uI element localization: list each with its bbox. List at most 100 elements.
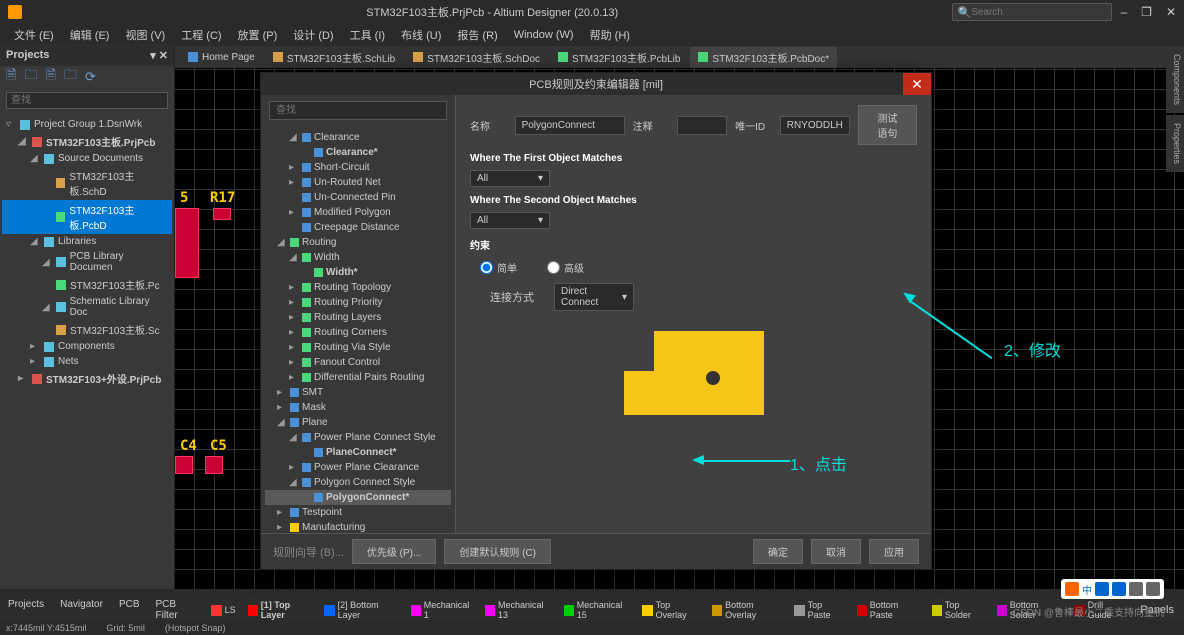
bottom-tab[interactable]: PCB Filter xyxy=(148,596,197,624)
cancel-button[interactable]: 取消 xyxy=(811,539,861,564)
layer-tab[interactable]: [1] Top Layer xyxy=(244,600,317,620)
menu-item[interactable]: 布线 (U) xyxy=(395,25,447,45)
layer-tab[interactable]: [2] Bottom Layer xyxy=(320,600,402,620)
menu-item[interactable]: Window (W) xyxy=(508,27,580,43)
layer-tab[interactable]: LS xyxy=(207,605,240,616)
test-query-button[interactable]: 测试语句 xyxy=(858,105,917,145)
tree-item[interactable]: ◢Schematic Library Doc xyxy=(2,294,172,320)
rule-tree-item[interactable]: ▸Differential Pairs Routing xyxy=(265,370,451,385)
tree-item[interactable]: STM32F103主板.SchD xyxy=(2,166,172,200)
ok-button[interactable]: 确定 xyxy=(753,539,803,564)
layer-tab[interactable]: Top Paste xyxy=(790,600,848,620)
layer-tab[interactable]: Mechanical 15 xyxy=(560,600,635,620)
layer-tab[interactable]: Mechanical 13 xyxy=(481,600,556,620)
rule-tree-item[interactable]: Clearance* xyxy=(265,145,451,160)
menu-item[interactable]: 工程 (C) xyxy=(175,25,227,45)
apply-button[interactable]: 应用 xyxy=(869,539,919,564)
rule-tree-item[interactable]: ◢Polygon Connect Style xyxy=(265,475,451,490)
toolbar-icon[interactable]: 🗎 xyxy=(6,66,16,88)
rule-tree-item[interactable]: ◢Routing xyxy=(265,235,451,250)
bottom-tab[interactable]: PCB xyxy=(111,596,148,624)
toolbar-icon[interactable]: 🗎 xyxy=(45,66,55,88)
menu-item[interactable]: 放置 (P) xyxy=(232,25,284,45)
rule-tree-item[interactable]: ▸Routing Priority xyxy=(265,295,451,310)
bottom-tab[interactable]: Projects xyxy=(0,596,52,624)
rule-tree-item[interactable]: ▸Testpoint xyxy=(265,505,451,520)
rule-tree-item[interactable]: ▸Manufacturing xyxy=(265,520,451,533)
rule-tree-item[interactable]: ▸Short-Circuit xyxy=(265,160,451,175)
rule-tree-item[interactable]: PlaneConnect* xyxy=(265,445,451,460)
minimize-button[interactable]: – xyxy=(1120,5,1127,19)
bottom-tab[interactable]: Navigator xyxy=(52,596,111,624)
rule-comment-input[interactable] xyxy=(677,116,727,135)
rule-tree-item[interactable]: ◢Plane xyxy=(265,415,451,430)
rule-tree-item[interactable]: ◢Power Plane Connect Style xyxy=(265,430,451,445)
simple-radio[interactable]: 简单 xyxy=(480,260,517,275)
rule-tree-item[interactable]: ▸Routing Via Style xyxy=(265,340,451,355)
tree-item[interactable]: STM32F103主板.PcbD xyxy=(2,200,172,234)
rule-tree-item[interactable]: ▸Routing Layers xyxy=(265,310,451,325)
tree-item[interactable]: ▸Nets xyxy=(2,354,172,369)
rule-uid-input[interactable] xyxy=(780,116,850,135)
rules-search-input[interactable] xyxy=(269,101,447,120)
document-tab[interactable]: STM32F103主板.SchLib xyxy=(265,47,403,68)
menu-item[interactable]: 文件 (E) xyxy=(8,25,60,45)
rule-tree-item[interactable]: Creepage Distance xyxy=(265,220,451,235)
toolbar-icon[interactable]: ⟳ xyxy=(85,69,96,85)
global-search-input[interactable] xyxy=(971,7,1107,18)
rule-tree-item[interactable]: ◢Width xyxy=(265,250,451,265)
side-tab-properties[interactable]: Properties xyxy=(1166,115,1184,172)
menu-item[interactable]: 报告 (R) xyxy=(451,25,503,45)
menu-item[interactable]: 视图 (V) xyxy=(119,25,171,45)
rule-tree-item[interactable]: ◢Clearance xyxy=(265,130,451,145)
layer-tab[interactable]: Bottom Paste xyxy=(853,600,924,620)
close-button[interactable]: ✕ xyxy=(1166,5,1176,19)
layer-tab[interactable]: Top Overlay xyxy=(638,600,704,620)
rule-tree-item[interactable]: ▸Fanout Control xyxy=(265,355,451,370)
menu-item[interactable]: 帮助 (H) xyxy=(584,25,636,45)
panel-menu-icon[interactable]: ▾ ✕ xyxy=(150,49,168,62)
menu-item[interactable]: 工具 (I) xyxy=(344,25,391,45)
projects-search-input[interactable] xyxy=(6,92,168,109)
rule-tree-item[interactable]: ▸Un-Routed Net xyxy=(265,175,451,190)
document-tab[interactable]: STM32F103主板.PcbLib xyxy=(550,47,688,68)
tree-item[interactable]: ◢PCB Library Documen xyxy=(2,249,172,275)
rule-tree-item[interactable]: ▸Mask xyxy=(265,400,451,415)
rule-name-input[interactable] xyxy=(515,116,625,135)
rule-tree-item[interactable]: ▸Routing Corners xyxy=(265,325,451,340)
rule-tree-item[interactable]: ▸Routing Topology xyxy=(265,280,451,295)
rule-tree-item[interactable]: ▸SMT xyxy=(265,385,451,400)
rule-tree-item[interactable]: ▸Modified Polygon xyxy=(265,205,451,220)
create-default-button[interactable]: 创建默认规则 (C) xyxy=(444,539,551,564)
document-tab[interactable]: STM32F103主板.PcbDoc* xyxy=(690,47,837,68)
maximize-button[interactable]: ❐ xyxy=(1141,5,1152,19)
global-search[interactable]: 🔍 xyxy=(952,3,1112,21)
wizard-link[interactable]: 规则向导 (B)... xyxy=(273,544,344,560)
tree-item[interactable]: STM32F103主板.Pc xyxy=(2,275,172,294)
rule-tree-item[interactable]: PolygonConnect* xyxy=(265,490,451,505)
rule-tree-item[interactable]: Un-Connected Pin xyxy=(265,190,451,205)
connect-style-dropdown[interactable]: Direct Connect▾ xyxy=(554,283,634,311)
side-tab-components[interactable]: Components xyxy=(1166,46,1184,113)
toolbar-icon[interactable]: 🗀 xyxy=(24,66,37,88)
priority-button[interactable]: 优先级 (P)... xyxy=(352,539,436,564)
tree-item[interactable]: ◢Source Documents xyxy=(2,151,172,166)
layer-tab[interactable]: Bottom Overlay xyxy=(708,600,787,620)
tree-item[interactable]: ◢STM32F103主板.PrjPcb xyxy=(2,132,172,151)
tree-item[interactable]: STM32F103主板.Sc xyxy=(2,320,172,339)
document-tab[interactable]: STM32F103主板.SchDoc xyxy=(405,47,548,68)
tree-item[interactable]: ▿Project Group 1.DsnWrk xyxy=(2,117,172,132)
document-tab[interactable]: Home Page xyxy=(180,49,263,66)
tree-item[interactable]: ▸STM32F103+外设.PrjPcb xyxy=(2,369,172,388)
toolbar-icon[interactable]: 🗀 xyxy=(64,66,77,88)
dialog-close-button[interactable]: ✕ xyxy=(903,73,931,95)
menu-item[interactable]: 设计 (D) xyxy=(287,25,339,45)
layer-tab[interactable]: Mechanical 1 xyxy=(407,600,477,620)
menu-item[interactable]: 编辑 (E) xyxy=(64,25,116,45)
where1-dropdown[interactable]: All▾ xyxy=(470,170,550,187)
where2-dropdown[interactable]: All▾ xyxy=(470,212,550,229)
layer-tab[interactable]: Top Solder xyxy=(928,600,989,620)
tree-item[interactable]: ◢Libraries xyxy=(2,234,172,249)
rule-tree-item[interactable]: Width* xyxy=(265,265,451,280)
advanced-radio[interactable]: 高级 xyxy=(547,260,584,275)
